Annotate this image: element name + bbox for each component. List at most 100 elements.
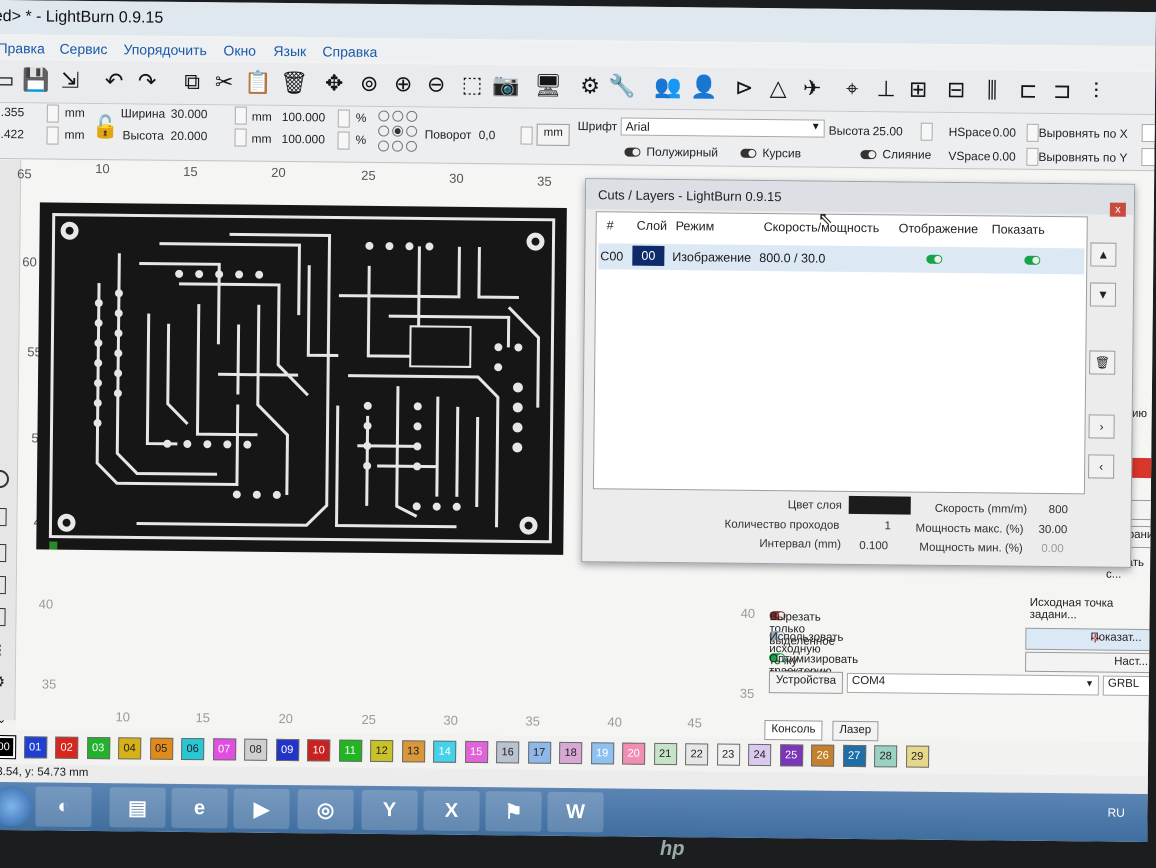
monitor-icon[interactable]: 🖥 [533,71,563,101]
speed-value[interactable]: 800 [1049,504,1068,516]
setup-button[interactable]: Наст... [1025,651,1156,674]
zoom-in-icon[interactable]: ⊕ [388,69,418,99]
palette-swatch-21[interactable]: 21 [653,742,677,766]
controller-select[interactable]: GRBL [1102,675,1153,697]
palette-swatch-01[interactable]: 01 [23,736,47,759]
export-icon[interactable]: ⇲ [55,66,85,96]
layer-color-chip[interactable]: 00 [632,245,665,266]
palette-swatch-13[interactable]: 13 [401,740,425,763]
selection-handle[interactable] [49,541,58,550]
palette-swatch-08[interactable]: 08 [244,738,268,761]
gear-tool-icon[interactable]: ⚙ [0,672,9,691]
show-toggle-icon[interactable] [1024,255,1041,265]
align-top-icon[interactable]: ⊟ [941,75,971,105]
target-icon[interactable]: ⌖ [837,74,867,104]
vspace-spinner[interactable] [1026,147,1039,166]
language-indicator[interactable]: RU [1107,806,1124,820]
delete-layer-button[interactable]: 🗑 [1089,350,1116,375]
paste-icon[interactable]: 📋 [243,68,273,98]
save-icon[interactable]: 💾 [21,65,51,95]
origin-grid[interactable] [376,109,418,153]
palette-swatch-23[interactable]: 23 [716,743,740,766]
layer-color-swatch[interactable] [848,495,911,515]
y-value[interactable]: .422 [1,127,25,141]
devices-button[interactable]: Устройства [768,671,844,694]
user-icon[interactable]: 👤 [689,72,719,102]
app-icon[interactable]: ◐ [35,786,92,828]
cut-icon[interactable]: ✂ [209,67,239,97]
palette-swatch-26[interactable]: 26 [811,744,835,767]
start-button[interactable] [0,785,32,827]
align-right-icon[interactable]: ⊐ [1047,76,1077,106]
excel-icon[interactable]: X [423,790,480,832]
palette-swatch-15[interactable]: 15 [464,740,488,764]
palette-swatch-03[interactable]: 03 [86,736,110,760]
palette-swatch-22[interactable]: 22 [685,743,709,766]
chevron-down-icon[interactable]: ⌄ [0,712,7,726]
height-spinner[interactable] [234,128,247,147]
max-power-value[interactable]: 30.00 [1038,524,1067,536]
output-toggle-icon[interactable] [926,254,943,264]
node-tool-icon[interactable] [0,543,7,563]
group-icon[interactable]: 👥 [653,72,683,102]
palette-swatch-06[interactable]: 06 [181,737,205,761]
group-tool-icon[interactable] [0,607,6,627]
menu-help[interactable]: Справка [322,43,377,60]
menu-window[interactable]: Окно [223,42,256,58]
menu-tools[interactable]: Сервис [59,41,107,58]
lock-icon[interactable]: 🔓 [92,114,120,140]
menu-edit[interactable]: Правка [0,40,45,56]
zoom-out-icon[interactable]: ⊖ [421,69,451,99]
palette-swatch-05[interactable]: 05 [149,737,173,760]
undo-icon[interactable]: ↶ [99,66,129,96]
ie-icon[interactable]: e [171,787,228,829]
lightburn-icon[interactable]: ⚑ [485,791,542,832]
palette-swatch-25[interactable]: 25 [779,744,803,767]
delete-icon[interactable]: 🗑 [279,68,309,98]
show-origin-button[interactable]: ✛ Показат... [1025,627,1156,652]
palette-swatch-19[interactable]: 19 [590,742,614,765]
palette-swatch-20[interactable]: 20 [622,742,646,765]
explorer-icon[interactable]: ▤ [109,787,166,828]
move-down-button[interactable]: ▼ [1089,282,1117,307]
align-left-icon[interactable]: ⊏ [1013,76,1043,106]
vspace-value[interactable]: 0.00 [992,149,1016,163]
palette-swatch-28[interactable]: 28 [874,745,898,768]
collapse-button[interactable]: ‹ [1088,454,1115,479]
font-height-value[interactable]: 25.00 [873,124,903,138]
redo-icon[interactable]: ↷ [132,66,162,96]
close-icon[interactable]: x [1109,202,1126,217]
palette-swatch-02[interactable]: 02 [55,736,79,759]
chrome-icon[interactable]: ◎ [297,789,354,830]
tab-console[interactable]: Консоль [764,720,823,741]
ellipse-tool-icon[interactable] [0,469,10,489]
layer-row[interactable]: C00 00 Изображение 800.0 / 30.0 [598,243,1085,275]
x-value[interactable]: .355 [1,105,25,119]
italic-toggle[interactable]: Курсив [740,146,801,160]
scale-w-spinner[interactable] [337,109,350,128]
palette-swatch-24[interactable]: 24 [748,743,772,767]
palette-swatch-10[interactable]: 10 [307,739,331,762]
palette-swatch-16[interactable]: 16 [496,741,520,764]
distribute-icon[interactable]: ⊞ [903,74,933,104]
settings-icon[interactable]: ⚙ [575,71,605,101]
rotate-value[interactable]: 0,0 [479,128,496,142]
palette-swatch-29[interactable]: 29 [905,745,929,768]
unit-button[interactable]: mm [536,123,570,146]
scale-height[interactable]: 100.000 [281,132,325,146]
palette-swatch-17[interactable]: 17 [527,741,551,764]
hspace-value[interactable]: 0.00 [993,125,1017,139]
rotate-spinner[interactable] [520,126,533,145]
tab-laser[interactable]: Лазер [832,720,879,742]
center-icon[interactable]: ⫶ [1081,76,1111,106]
palette-swatch-04[interactable]: 04 [118,737,142,760]
width-spinner[interactable] [234,106,247,125]
menu-arrange[interactable]: Упорядочить [123,41,206,58]
x-spinner[interactable] [46,104,59,123]
font-height-spinner[interactable] [920,122,933,141]
expand-button[interactable]: › [1088,414,1115,439]
width-value[interactable]: 30.000 [171,107,208,121]
move-icon[interactable]: ✥ [319,68,349,98]
pcb-image[interactable] [36,202,567,555]
mirror-icon[interactable]: △ [763,73,793,103]
